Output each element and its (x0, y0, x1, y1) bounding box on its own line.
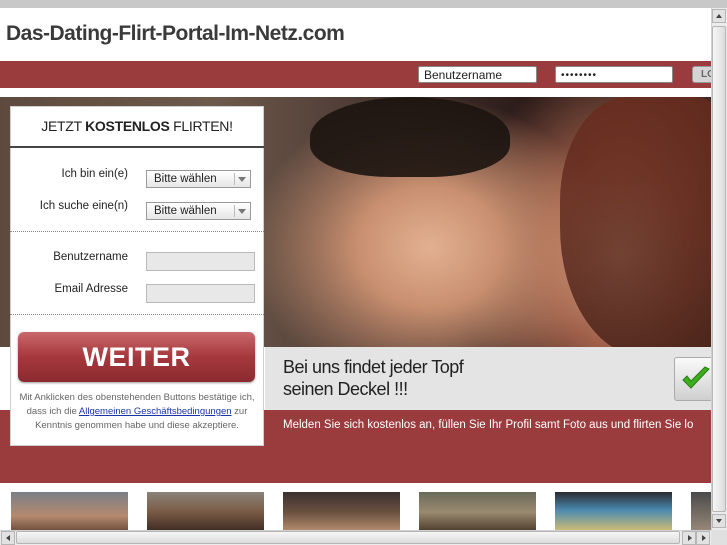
site-title[interactable]: Das-Dating-Flirt-Portal-Im-Netz.com (6, 22, 345, 46)
chevron-down-icon (234, 173, 248, 185)
username-label: Benutzername (53, 251, 128, 263)
email-label: Email Adresse (54, 283, 128, 295)
profile-thumbnail[interactable] (11, 492, 128, 532)
scroll-right-button-2[interactable] (696, 531, 710, 545)
heading-bold: KOSTENLOS (85, 118, 170, 134)
scroll-right-button[interactable] (682, 531, 696, 545)
horizontal-scroll-thumb[interactable] (16, 531, 680, 544)
promo-subline: Melden Sie sich kostenlos an, füllen Sie… (283, 419, 694, 431)
chevron-up-icon (716, 14, 722, 18)
seek-select[interactable]: Bitte wählen (146, 202, 251, 220)
dotted-divider (10, 314, 264, 315)
email-input[interactable] (146, 284, 255, 303)
scroll-left-button[interactable] (1, 531, 15, 545)
chevron-right-icon (688, 535, 692, 541)
gender-select-value: Bitte wählen (154, 173, 217, 185)
username-input[interactable] (146, 252, 255, 271)
login-username-input[interactable]: Benutzername (418, 66, 537, 83)
scroll-down-button[interactable] (712, 514, 726, 528)
seek-label: Ich suche eine(n) (39, 200, 128, 212)
chevron-left-icon (6, 535, 10, 541)
profile-thumbnail[interactable] (147, 492, 264, 532)
terms-text: Mit Anklicken des obenstehenden Buttons … (12, 391, 262, 433)
scroll-up-button[interactable] (712, 9, 726, 23)
promo-headline-line1: Bei uns findet jeder Topf (283, 357, 464, 377)
chevron-down-icon (716, 519, 722, 523)
profile-thumbnail[interactable] (419, 492, 536, 532)
vertical-scroll-thumb[interactable] (712, 26, 726, 512)
login-password-input[interactable]: •••••••• (555, 66, 673, 83)
promo-headline-line2: seinen Deckel !!! (283, 379, 408, 399)
scrollbar-corner (711, 530, 727, 545)
profile-thumbnail[interactable] (691, 492, 711, 532)
check-button[interactable] (674, 357, 714, 401)
terms-link[interactable]: Allgemeinen Geschäftsbedingungen (79, 406, 232, 417)
heading-divider (10, 146, 264, 148)
registration-heading: JETZT KOSTENLOS FLIRTEN! (10, 106, 264, 146)
weiter-button[interactable]: WEITER (18, 332, 255, 382)
profile-thumbnail[interactable] (555, 492, 672, 532)
hero-image-shape (310, 97, 510, 177)
check-icon (682, 366, 710, 389)
profile-thumbnail[interactable] (283, 492, 400, 532)
window-top-strip (0, 0, 727, 8)
gender-select[interactable]: Bitte wählen (146, 170, 251, 188)
gender-label: Ich bin ein(e) (61, 168, 128, 180)
chevron-down-icon (234, 205, 248, 217)
heading-post: FLIRTEN! (169, 118, 233, 134)
hero-image-shape (560, 97, 711, 347)
dotted-divider (10, 231, 264, 232)
heading-pre: JETZT (41, 118, 86, 134)
chevron-right-icon (702, 535, 706, 541)
seek-select-value: Bitte wählen (154, 205, 217, 217)
